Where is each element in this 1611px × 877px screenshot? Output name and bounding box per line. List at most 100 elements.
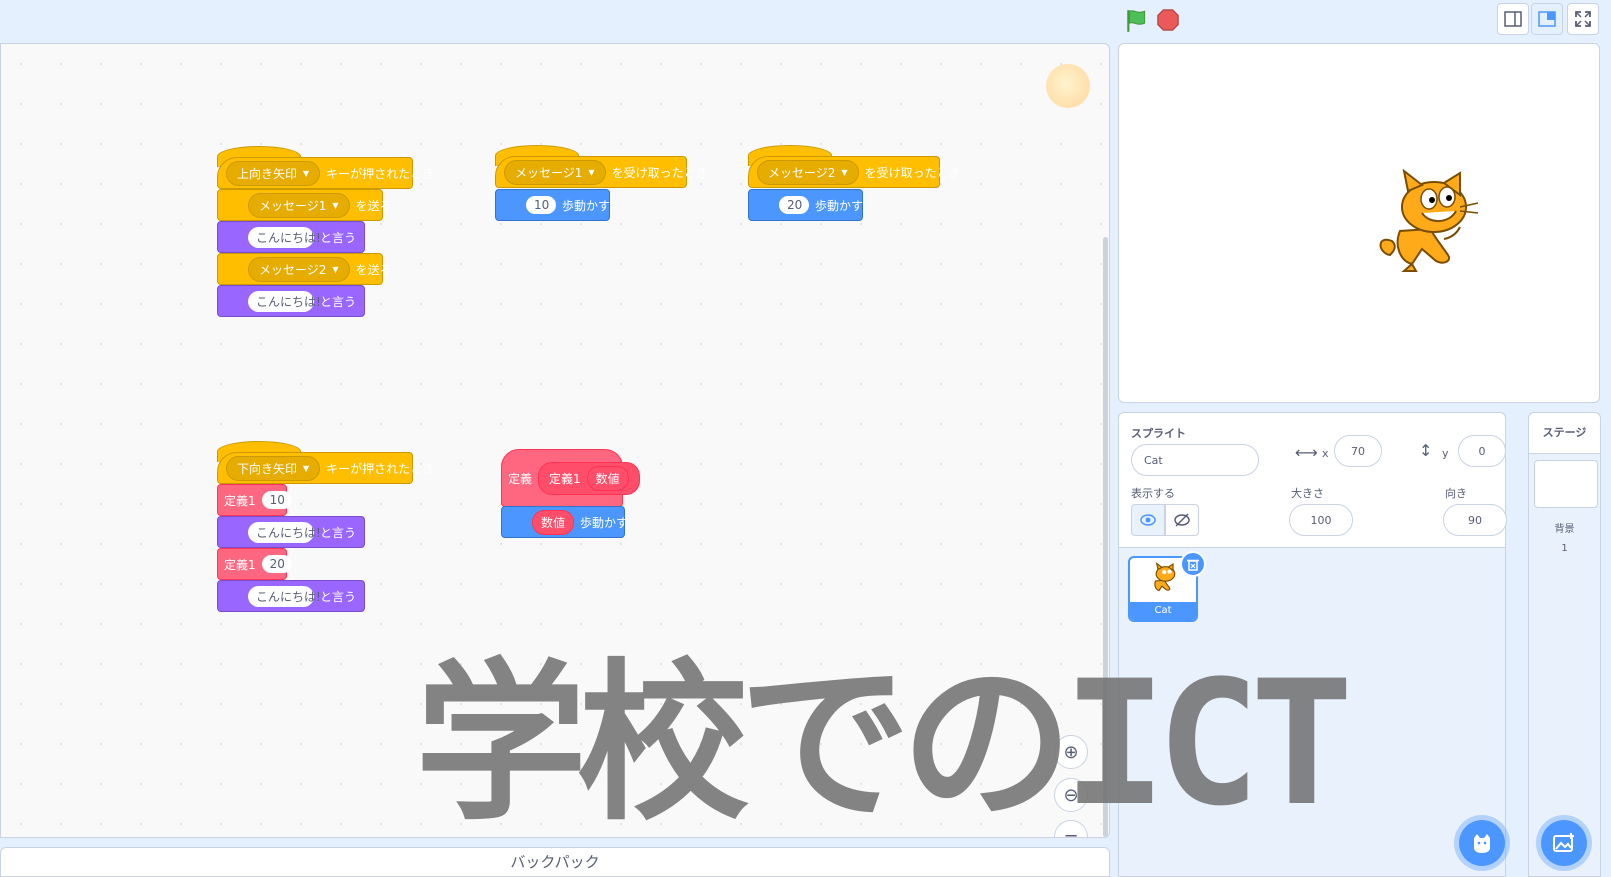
message-dropdown[interactable]: メッセージ2 ▼: [757, 159, 859, 185]
block-label: と言う: [319, 589, 356, 604]
when-receive-hat-block[interactable]: メッセージ2 ▼ を受け取ったとき: [748, 156, 961, 188]
stop-icon[interactable]: [1157, 9, 1179, 31]
block-label: 歩動かす: [562, 198, 611, 213]
block-label: を受け取ったとき: [864, 165, 961, 180]
chevron-down-icon: ▼: [841, 167, 848, 177]
say-block[interactable]: こんにちは! と言う: [217, 580, 365, 612]
block-label: と言う: [319, 525, 356, 540]
trash-icon: [1187, 559, 1199, 571]
chevron-down-icon: ▼: [332, 200, 339, 210]
x-arrows-icon: ⟷: [1295, 443, 1318, 462]
y-label: y: [1442, 447, 1449, 460]
stage-selector-pane[interactable]: ステージ 背景 1: [1528, 412, 1601, 877]
y-arrows-icon: ↕: [1419, 441, 1433, 460]
show-label: 表示する: [1131, 487, 1175, 500]
stage-thumbnail[interactable]: [1534, 460, 1598, 508]
steps-input[interactable]: 20: [779, 196, 809, 214]
block-label: を送る: [355, 198, 392, 213]
normal-stage-button[interactable]: [1531, 3, 1563, 35]
add-sprite-icon: [1474, 834, 1490, 853]
block-label: と言う: [319, 230, 356, 245]
text-input[interactable]: こんにちは!: [248, 521, 321, 543]
key-dropdown[interactable]: 下向き矢印 ▼: [226, 455, 321, 481]
x-label: x: [1322, 447, 1329, 460]
size-input[interactable]: 100: [1289, 504, 1353, 536]
block-label: 定義1: [224, 557, 256, 572]
normal-stage-icon: [1538, 11, 1556, 27]
x-input[interactable]: 70: [1334, 435, 1382, 467]
block-label: 歩動かす: [815, 198, 864, 213]
text-input[interactable]: こんにちは!: [248, 226, 321, 248]
backpack-bar[interactable]: バックパック: [0, 847, 1110, 877]
move-steps-block[interactable]: 数値 歩動かす: [501, 506, 629, 538]
fullscreen-icon: [1575, 11, 1591, 27]
block-label: を送る: [355, 262, 392, 277]
block-label: と言う: [319, 294, 356, 309]
watermark-text: 学校でのICT: [415, 643, 1354, 844]
number-input[interactable]: 20: [261, 555, 292, 573]
cat-sprite[interactable]: [1374, 169, 1484, 273]
hide-button[interactable]: [1165, 504, 1199, 536]
key-dropdown[interactable]: 上向き矢印 ▼: [226, 160, 321, 186]
stage-canvas[interactable]: [1118, 43, 1600, 403]
key-pressed-hat-block[interactable]: 上向き矢印 ▼ キーが押されたとき: [217, 157, 434, 189]
say-block[interactable]: こんにちは! と言う: [217, 285, 365, 317]
show-button[interactable]: [1131, 504, 1165, 536]
eye-icon: [1140, 514, 1156, 526]
define-block[interactable]: 定義 定義1 数値: [501, 449, 640, 507]
chevron-down-icon: ▼: [303, 168, 310, 178]
block-label: キーが押されたとき: [326, 461, 435, 476]
eye-off-icon: [1174, 513, 1190, 527]
chevron-down-icon: ▼: [588, 167, 595, 177]
backdrop-count: 1: [1561, 543, 1568, 554]
sprite-title: スプライト: [1131, 427, 1186, 440]
sprite-info-panel: スプライト Cat ⟷ x 70 ↕ y 0 表示する 大きさ 100 向き 9…: [1118, 412, 1507, 548]
text-input[interactable]: こんにちは!: [248, 290, 321, 312]
top-bar: [0, 0, 1611, 42]
delete-sprite-button[interactable]: [1180, 551, 1206, 577]
when-receive-hat-block[interactable]: メッセージ1 ▼ を受け取ったとき: [495, 156, 708, 188]
custom-call-block[interactable]: 定義1 20: [217, 548, 292, 580]
direction-label: 向き: [1445, 487, 1467, 500]
sprite-name-input[interactable]: Cat: [1131, 444, 1259, 476]
message-dropdown[interactable]: メッセージ1 ▼: [504, 159, 606, 185]
number-input[interactable]: 10: [261, 491, 292, 509]
steps-input[interactable]: 10: [526, 196, 556, 214]
parameter-reporter[interactable]: 数値: [532, 509, 575, 535]
chevron-down-icon: ▼: [303, 463, 310, 473]
broadcast-block[interactable]: メッセージ1 ▼ を送る: [217, 189, 392, 221]
backdrop-label: 背景: [1554, 524, 1575, 535]
green-flag-icon[interactable]: [1124, 8, 1150, 34]
choose-backdrop-button[interactable]: [1541, 820, 1587, 866]
chevron-down-icon: ▼: [332, 264, 339, 274]
move-steps-block[interactable]: 10 歩動かす: [495, 189, 610, 221]
procedure-prototype[interactable]: 定義1 数値: [538, 461, 640, 495]
choose-sprite-button[interactable]: [1459, 820, 1505, 866]
size-label: 大きさ: [1291, 487, 1324, 500]
block-label: 定義: [508, 471, 533, 486]
broadcast-block[interactable]: メッセージ2 ▼ を送る: [217, 253, 392, 285]
message-dropdown[interactable]: メッセージ1 ▼: [248, 192, 350, 218]
cat-thumbnail-icon: [1154, 562, 1176, 592]
block-label: 定義1: [224, 493, 256, 508]
custom-call-block[interactable]: 定義1 10: [217, 484, 292, 516]
text-input[interactable]: こんにちは!: [248, 585, 321, 607]
sun-decoration: [1046, 64, 1090, 108]
say-block[interactable]: こんにちは! と言う: [217, 516, 365, 548]
block-label: キーが押されたとき: [326, 166, 435, 181]
say-block[interactable]: こんにちは! と言う: [217, 221, 365, 253]
key-pressed-hat-block[interactable]: 下向き矢印 ▼ キーが押されたとき: [217, 452, 434, 484]
y-input[interactable]: 0: [1458, 435, 1506, 467]
message-dropdown[interactable]: メッセージ2 ▼: [248, 256, 350, 282]
block-label: を受け取ったとき: [611, 165, 708, 180]
parameter-reporter[interactable]: 数値: [586, 465, 629, 491]
fullscreen-button[interactable]: [1567, 3, 1599, 35]
sprite-thumbnail-name: Cat: [1130, 602, 1196, 620]
small-stage-button[interactable]: [1497, 3, 1529, 35]
move-steps-block[interactable]: 20 歩動かす: [748, 189, 863, 221]
add-backdrop-icon: [1553, 833, 1574, 852]
stage-title: ステージ: [1529, 413, 1600, 454]
direction-input[interactable]: 90: [1443, 504, 1507, 536]
block-label: 歩動かす: [580, 515, 629, 530]
backpack-label: バックパック: [510, 853, 600, 871]
